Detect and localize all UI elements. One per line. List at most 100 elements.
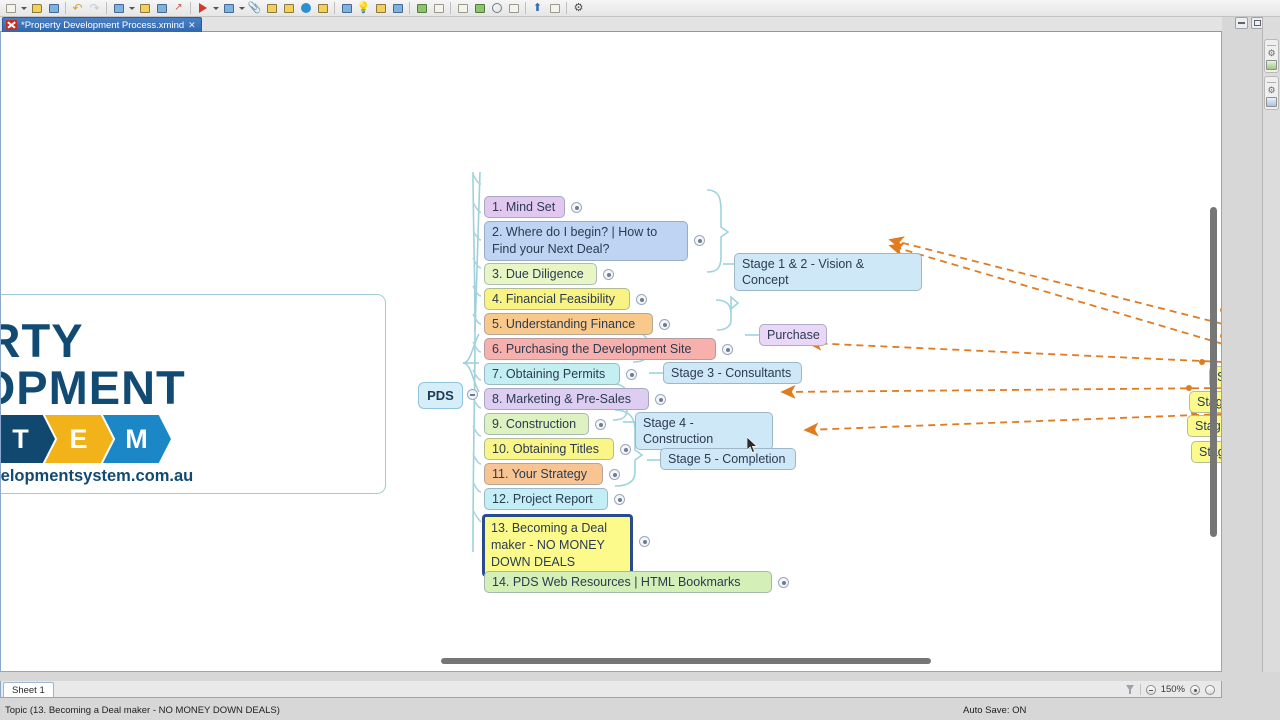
- insert-image-icon[interactable]: [221, 1, 236, 15]
- note-icon[interactable]: [315, 1, 330, 15]
- stage-topic-label: Stage 1 & 2 - Vision & Concept: [742, 257, 865, 287]
- main-topic-13[interactable]: 13. Becoming a Deal maker - NO MONEY DOW…: [482, 514, 633, 577]
- minimize-button[interactable]: [1235, 17, 1248, 29]
- new-file-dropdown-icon[interactable]: [21, 6, 27, 10]
- stage-topic-1[interactable]: Stage 1 & 2 - Vision & Concept: [734, 253, 922, 291]
- new-file-icon[interactable]: [3, 1, 18, 15]
- attachment-icon[interactable]: 📎: [247, 1, 262, 15]
- main-topic-5[interactable]: 5. Understanding Finance: [484, 313, 653, 335]
- stage-topic-label: Stage 4 - Construction: [643, 416, 714, 446]
- floating-topic-5[interactable]: Stage 5 - Completion: [1191, 441, 1221, 463]
- open-folder-icon[interactable]: [29, 1, 44, 15]
- main-topic-2[interactable]: 2. Where do I begin? | How to Find your …: [484, 221, 688, 261]
- main-topic-label: 8. Marketing & Pre-Sales: [492, 392, 631, 406]
- gallery-panel-icon[interactable]: [1266, 60, 1277, 70]
- hyperlink-globe-icon[interactable]: [298, 1, 313, 15]
- properties-icon[interactable]: ⚙: [1266, 85, 1277, 95]
- vertical-scrollbar[interactable]: [1210, 207, 1217, 537]
- window-icon[interactable]: [455, 1, 470, 15]
- main-topic-14[interactable]: 14. PDS Web Resources | HTML Bookmarks: [484, 571, 772, 593]
- main-topic-9[interactable]: 9. Construction: [484, 413, 589, 435]
- print-icon[interactable]: [431, 1, 446, 15]
- upload-cloud-icon[interactable]: ⬆: [530, 1, 545, 15]
- close-icon[interactable]: ✕: [188, 20, 196, 31]
- logo-image[interactable]: PROPERTY DEVELOPMENT SYSTEM http://www.p…: [1, 294, 386, 494]
- sheet-tab-label: Sheet 1: [12, 684, 45, 696]
- expand-icon-main-topic-10[interactable]: [620, 444, 631, 455]
- main-topic-label: 12. Project Report: [492, 492, 593, 506]
- zoom-fit-icon[interactable]: [1190, 684, 1200, 695]
- expand-icon-main-topic-1[interactable]: [571, 202, 582, 213]
- floating-topic-label: Stage 2 - Concept: [1217, 370, 1221, 384]
- main-topic-6[interactable]: 6. Purchasing the Development Site: [484, 338, 716, 360]
- main-topic-4[interactable]: 4. Financial Feasibility: [484, 288, 630, 310]
- insert-relationship-icon[interactable]: ↗: [171, 1, 186, 15]
- horizontal-scrollbar[interactable]: [441, 658, 931, 664]
- expand-icon-main-topic-8[interactable]: [655, 394, 666, 405]
- outline-panel-icon[interactable]: [1266, 97, 1277, 107]
- redo-icon[interactable]: ↷: [87, 1, 102, 15]
- summary-icon[interactable]: [281, 1, 296, 15]
- properties-icon[interactable]: ⚙: [1266, 48, 1277, 58]
- image-dropdown-icon[interactable]: [239, 6, 245, 10]
- insert-subtopic-icon[interactable]: [137, 1, 152, 15]
- sheet-tab-1[interactable]: Sheet 1: [3, 682, 54, 697]
- drilldown-icon[interactable]: [390, 1, 405, 15]
- outline-icon[interactable]: [373, 1, 388, 15]
- xmind-window: ↶ ↷ ↗ 📎 💡 ⬆ ⚙ *Property Development Proc…: [0, 0, 1280, 720]
- expand-icon-main-topic-5[interactable]: [659, 319, 670, 330]
- central-topic-pds[interactable]: PDS: [418, 382, 463, 409]
- boundary-icon[interactable]: [264, 1, 279, 15]
- stage-topic-3[interactable]: Stage 3 - Consultants: [663, 362, 802, 384]
- preferences-gear-icon[interactable]: ⚙: [571, 1, 586, 15]
- editor-tab-label: *Property Development Process.xmind: [21, 19, 185, 31]
- mindmap-canvas[interactable]: PROPERTY DEVELOPMENT SYSTEM http://www.p…: [0, 32, 1222, 672]
- undo-icon[interactable]: ↶: [70, 1, 85, 15]
- horizontal-scrollbar-track[interactable]: [1, 658, 1221, 668]
- expand-icon-main-topic-4[interactable]: [636, 294, 647, 305]
- main-topic-12[interactable]: 12. Project Report: [484, 488, 608, 510]
- share-icon[interactable]: [547, 1, 562, 15]
- expand-icon-main-topic-13[interactable]: [639, 536, 650, 547]
- presentation-icon[interactable]: [339, 1, 354, 15]
- insert-topic-icon[interactable]: [111, 1, 126, 15]
- expand-icon-main-topic-9[interactable]: [595, 419, 606, 430]
- expand-icon-main-topic-2[interactable]: [694, 235, 705, 246]
- expand-icon-main-topic-6[interactable]: [722, 344, 733, 355]
- side-panel-group-2: ⚙: [1264, 76, 1279, 110]
- expand-icon-main-topic-14[interactable]: [778, 577, 789, 588]
- panel-tab-handle[interactable]: [1267, 79, 1276, 83]
- main-toolbar: ↶ ↷ ↗ 📎 💡 ⬆ ⚙: [0, 0, 1280, 17]
- expand-icon-main-topic-7[interactable]: [626, 369, 637, 380]
- window-controls: [1235, 17, 1264, 29]
- expand-icon-main-topic-3[interactable]: [603, 269, 614, 280]
- history-clock-icon[interactable]: [489, 1, 504, 15]
- insert-notes-icon[interactable]: [154, 1, 169, 15]
- main-topic-1[interactable]: 1. Mind Set: [484, 196, 565, 218]
- filter-funnel-icon[interactable]: [1125, 684, 1135, 695]
- expand-icon-main-topic-12[interactable]: [614, 494, 625, 505]
- toolbar-separator: [106, 2, 107, 14]
- main-topic-10[interactable]: 10. Obtaining Titles: [484, 438, 614, 460]
- zoom-reset-icon[interactable]: [1205, 684, 1215, 695]
- stage-topic-5[interactable]: Stage 5 - Completion: [660, 448, 796, 470]
- brainstorm-icon[interactable]: 💡: [356, 1, 371, 15]
- main-topic-3[interactable]: 3. Due Diligence: [484, 263, 597, 285]
- export-icon[interactable]: [414, 1, 429, 15]
- marker-flag-icon[interactable]: [195, 1, 210, 15]
- editor-tab-active[interactable]: *Property Development Process.xmind ✕: [2, 17, 202, 32]
- expand-icon-main-topic-11[interactable]: [609, 469, 620, 480]
- main-topic-7[interactable]: 7. Obtaining Permits: [484, 363, 620, 385]
- stage-topic-2[interactable]: Purchase: [759, 324, 827, 346]
- marker-dropdown-icon[interactable]: [213, 6, 219, 10]
- zoom-out-icon[interactable]: [1145, 684, 1156, 695]
- central-collapse-icon[interactable]: [467, 389, 478, 400]
- main-topic-8[interactable]: 8. Marketing & Pre-Sales: [484, 388, 649, 410]
- main-topic-11[interactable]: 11. Your Strategy: [484, 463, 603, 485]
- insert-topic-dropdown-icon[interactable]: [129, 6, 135, 10]
- save-icon[interactable]: [46, 1, 61, 15]
- floating-topic-3[interactable]: Stage 3 - Consultants: [1189, 391, 1221, 413]
- gallery-icon[interactable]: [472, 1, 487, 15]
- find-icon[interactable]: [506, 1, 521, 15]
- panel-tab-handle[interactable]: [1267, 42, 1276, 46]
